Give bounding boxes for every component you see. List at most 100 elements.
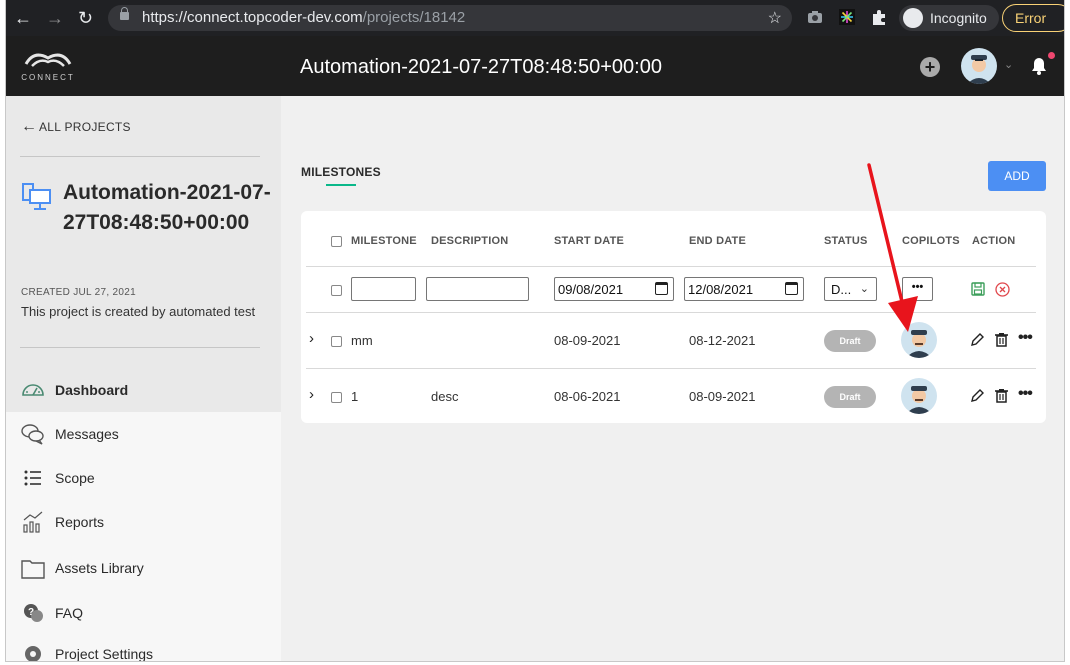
status-select-value: D...: [831, 282, 852, 297]
delete-trash-icon[interactable]: [994, 388, 1009, 403]
edit-pencil-icon[interactable]: [970, 332, 985, 347]
main-content: MILESTONES ADD MILESTONE DESCRIPTION STA…: [281, 96, 1064, 661]
kebab-menu-icon: ⋮: [1059, 10, 1064, 27]
tab-active-underline: [326, 184, 356, 186]
chevron-down-icon[interactable]: ⌄: [1004, 58, 1013, 71]
end-date: 08-09-2021: [689, 389, 756, 404]
sidebar-item-faq[interactable]: ? FAQ: [6, 591, 281, 635]
column-header-description: DESCRIPTION: [431, 235, 509, 247]
more-options-icon[interactable]: •••: [1018, 385, 1033, 403]
menu-label: Reports: [55, 514, 105, 530]
project-created-date: CREATED JUL 27, 2021: [21, 287, 136, 298]
connect-logo[interactable]: CONNECT: [20, 48, 76, 88]
sidebar-item-assets-library[interactable]: Assets Library: [6, 546, 281, 590]
sidebar-item-scope[interactable]: Scope: [6, 456, 281, 500]
add-milestone-button[interactable]: ADD: [988, 161, 1046, 191]
row-divider: [306, 368, 1036, 369]
cancel-icon[interactable]: [995, 282, 1010, 297]
logo-text: CONNECT: [21, 73, 75, 82]
column-header-milestone: MILESTONE: [351, 235, 417, 247]
row-checkbox[interactable]: [331, 336, 342, 347]
forward-arrow-icon[interactable]: →: [46, 8, 64, 28]
start-date: 08-09-2021: [554, 333, 621, 348]
scope-list-icon: [24, 470, 41, 486]
row-checkbox[interactable]: [331, 392, 342, 403]
user-avatar[interactable]: [961, 48, 997, 84]
error-button[interactable]: Error ⋮: [1002, 4, 1064, 32]
create-project-plus-icon[interactable]: +: [920, 57, 940, 77]
milestone-name-input[interactable]: [351, 277, 416, 301]
notification-dot: [1048, 52, 1055, 59]
milestones-table: MILESTONE DESCRIPTION START DATE END DAT…: [301, 211, 1046, 423]
extension-burst-icon[interactable]: [838, 8, 856, 26]
column-header-start-date: START DATE: [554, 235, 625, 247]
end-date-value: 12/08/2021: [688, 282, 754, 297]
lock-icon: [120, 7, 129, 20]
bell-icon[interactable]: [1030, 56, 1048, 76]
description-textarea[interactable]: [426, 277, 529, 301]
milestone-description: desc: [431, 389, 459, 404]
puzzle-icon[interactable]: [870, 8, 888, 26]
row-checkbox[interactable]: [331, 285, 342, 296]
incognito-indicator[interactable]: Incognito: [899, 5, 999, 31]
faq-icon: ?: [24, 604, 43, 622]
end-date: 08-12-2021: [689, 333, 756, 348]
menu-label: Assets Library: [55, 560, 144, 576]
menu-label: Project Settings: [55, 646, 154, 662]
sidebar-item-messages[interactable]: Messages: [6, 412, 281, 456]
incognito-label: Incognito: [930, 10, 987, 26]
address-bar[interactable]: https://connect.topcoder-dev.com/project…: [108, 5, 792, 31]
status-badge: Draft: [824, 386, 876, 408]
sidebar-item-reports[interactable]: Reports: [6, 500, 281, 544]
calendar-icon[interactable]: [785, 282, 798, 295]
copilot-avatar[interactable]: [901, 378, 937, 414]
back-arrow-icon: ←: [21, 118, 38, 135]
error-label: Error: [1015, 10, 1047, 26]
start-date-input[interactable]: 09/08/2021: [554, 277, 674, 301]
more-options-icon[interactable]: •••: [1018, 329, 1033, 347]
milestone-name: 1: [351, 389, 359, 404]
project-computer-icon: [22, 183, 51, 210]
column-header-action: ACTION: [972, 235, 1016, 247]
sidebar-item-dashboard[interactable]: Dashboard: [6, 368, 281, 412]
url-text: https://connect.topcoder-dev.com/project…: [142, 9, 466, 26]
reload-icon[interactable]: ↻: [78, 8, 93, 28]
project-info-panel: ← ALL PROJECTS Automation-2021-07-27T08:4…: [6, 96, 281, 368]
delete-trash-icon[interactable]: [994, 332, 1009, 347]
edit-pencil-icon[interactable]: [970, 388, 985, 403]
messages-icon: [21, 424, 44, 445]
app-header: CONNECT Automation-2021-07-27T08:48:50+0…: [6, 36, 1064, 96]
sidebar: ← ALL PROJECTS Automation-2021-07-27T08:4…: [6, 96, 281, 662]
browser-toolbar: ← → ↻ https://connect.topcoder-dev.com/p…: [6, 0, 1064, 36]
logo-icon: [24, 53, 72, 67]
end-date-input[interactable]: 12/08/2021: [684, 277, 804, 301]
menu-label: FAQ: [55, 605, 84, 621]
column-header-status: STATUS: [824, 235, 868, 247]
camera-icon[interactable]: [806, 8, 824, 26]
dashboard-icon: [22, 384, 44, 396]
all-projects-link[interactable]: ← ALL PROJECTS: [21, 118, 131, 136]
project-name: Automation-2021-07-27T08:48:50+00:00: [63, 181, 271, 234]
save-icon[interactable]: [971, 282, 985, 296]
gear-icon: [25, 646, 41, 661]
tab-milestones[interactable]: MILESTONES: [301, 165, 381, 179]
bookmark-star-icon[interactable]: ☆: [768, 8, 782, 28]
calendar-icon[interactable]: [655, 282, 668, 295]
start-date-value: 09/08/2021: [558, 282, 624, 297]
divider: [20, 156, 260, 157]
column-header-end-date: END DATE: [689, 235, 747, 247]
reports-chart-icon: [23, 511, 43, 533]
row-divider: [306, 312, 1036, 313]
row-divider: [306, 266, 1036, 267]
start-date: 08-06-2021: [554, 389, 621, 404]
folder-icon: [21, 560, 45, 579]
expand-chevron-icon[interactable]: ›: [309, 386, 314, 403]
milestone-name: mm: [351, 333, 373, 348]
select-all-checkbox[interactable]: [331, 236, 342, 247]
expand-chevron-icon[interactable]: ›: [309, 330, 314, 347]
divider: [20, 347, 260, 348]
menu-label: Dashboard: [55, 382, 129, 398]
project-description: This project is created by automated tes…: [21, 304, 256, 319]
back-arrow-icon[interactable]: ←: [14, 8, 32, 28]
sidebar-item-project-settings[interactable]: Project Settings: [6, 632, 281, 662]
